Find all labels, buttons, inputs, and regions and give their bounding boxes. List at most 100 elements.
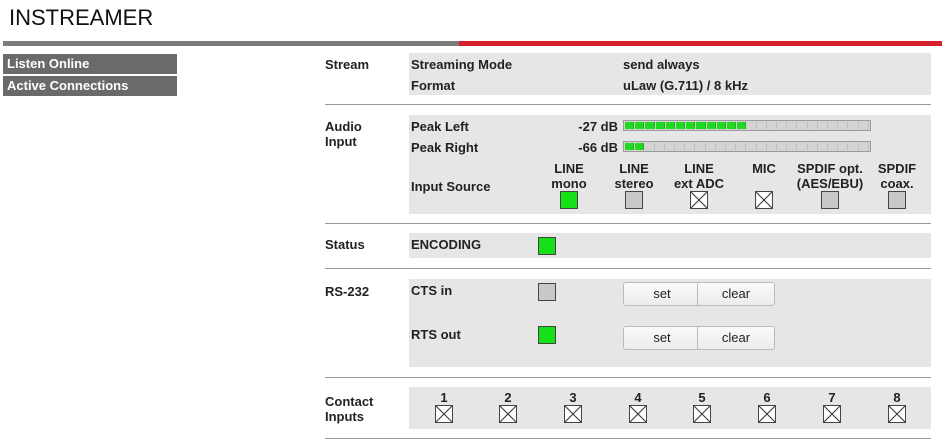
sidebar-nav: Listen Online Active Connections	[3, 54, 177, 98]
stream-section-label: Stream	[325, 57, 370, 72]
meter-segment	[696, 122, 706, 129]
meter-segment	[788, 143, 798, 150]
meter-segment	[665, 143, 676, 150]
meter-segment	[706, 122, 716, 129]
meter-segment	[676, 122, 686, 129]
contact-input-number: 1	[440, 390, 448, 405]
meter-segment	[686, 122, 696, 129]
format-label: Format	[411, 78, 456, 93]
contact-input-number: 3	[569, 390, 577, 405]
meter-segment	[808, 143, 818, 150]
contact-inputs-section-label: Contact Inputs	[325, 394, 373, 424]
cts-clear-button[interactable]: clear	[697, 282, 775, 306]
header-bar	[3, 41, 942, 46]
contact-input-indicator	[435, 405, 453, 423]
divider	[325, 104, 931, 105]
meter-segment	[635, 143, 645, 150]
peak-right-meter	[623, 141, 871, 152]
divider	[325, 438, 931, 439]
peak-left-label: Peak Left	[411, 119, 469, 134]
status-section-label: Status	[325, 237, 365, 252]
meter-segment	[798, 122, 808, 129]
contact-input-number: 4	[634, 390, 642, 405]
status-led	[538, 237, 556, 255]
divider	[325, 223, 931, 224]
meter-segment	[655, 122, 665, 129]
contact-inputs-panel	[409, 387, 931, 429]
meter-segment	[716, 143, 727, 150]
contact-input-number: 2	[504, 390, 512, 405]
nav-active-connections[interactable]: Active Connections	[3, 76, 177, 96]
meter-segment	[676, 143, 686, 150]
input-source-selector[interactable]	[560, 191, 578, 209]
nav-listen-online[interactable]: Listen Online	[3, 54, 177, 74]
streaming-mode-value: send always	[623, 57, 700, 72]
contact-input-number: 5	[698, 390, 706, 405]
contact-input-indicator	[888, 405, 906, 423]
input-source-selector[interactable]	[625, 191, 643, 209]
meter-segment	[839, 122, 849, 129]
meter-segment	[849, 122, 859, 129]
meter-segment	[686, 143, 696, 150]
contact-input-indicator	[499, 405, 517, 423]
cts-set-button[interactable]: set	[623, 282, 701, 306]
meter-segment	[645, 122, 655, 129]
input-source-option-label: SPDIF coax.	[877, 161, 917, 191]
contact-label-line1: Contact	[325, 394, 374, 409]
contact-input-indicator	[758, 405, 776, 423]
rts-set-button[interactable]: set	[623, 326, 701, 350]
meter-segment	[716, 122, 727, 129]
peak-left-value: -27 dB	[578, 119, 618, 134]
meter-segment	[665, 122, 676, 129]
meter-segment	[727, 122, 737, 129]
status-panel	[409, 233, 931, 258]
contact-input-indicator	[629, 405, 647, 423]
meter-segment	[747, 122, 757, 129]
peak-right-value: -66 dB	[578, 140, 618, 155]
meter-segment	[818, 122, 829, 129]
audio-label-line2: Input	[325, 134, 357, 149]
meter-segment	[778, 122, 788, 129]
cts-in-label: CTS in	[411, 283, 453, 298]
meter-segment	[767, 143, 778, 150]
contact-input-indicator	[564, 405, 582, 423]
streaming-mode-label: Streaming Mode	[411, 57, 513, 72]
meter-segment	[757, 122, 767, 129]
meter-segment	[635, 122, 645, 129]
contact-input-number: 7	[828, 390, 836, 405]
meter-segment	[757, 143, 767, 150]
meter-segment	[829, 122, 839, 129]
meter-segment	[788, 122, 798, 129]
contact-input-indicator	[823, 405, 841, 423]
peak-right-label: Peak Right	[411, 140, 479, 155]
meter-segment	[829, 143, 839, 150]
meter-segment	[839, 143, 849, 150]
input-source-selector[interactable]	[888, 191, 906, 209]
meter-segment	[859, 122, 869, 129]
meter-segment	[818, 143, 829, 150]
meter-segment	[625, 122, 635, 129]
meter-segment	[859, 143, 869, 150]
meter-segment	[778, 143, 788, 150]
contact-input-indicator	[693, 405, 711, 423]
meter-segment	[625, 143, 635, 150]
input-source-selector[interactable]	[821, 191, 839, 209]
rts-out-label: RTS out	[411, 327, 461, 342]
divider	[325, 377, 931, 378]
rts-clear-button[interactable]: clear	[697, 326, 775, 350]
peak-left-meter	[623, 120, 871, 131]
input-source-selector[interactable]	[755, 191, 773, 209]
format-value: uLaw (G.711) / 8 kHz	[623, 78, 748, 93]
meter-segment	[747, 143, 757, 150]
meter-segment	[696, 143, 706, 150]
app-title: INSTREAMER	[9, 5, 154, 30]
rs232-section-label: RS-232	[325, 284, 370, 299]
input-source-selector[interactable]	[690, 191, 708, 209]
contact-label-line2: Inputs	[325, 409, 364, 424]
meter-segment	[645, 143, 655, 150]
meter-segment	[849, 143, 859, 150]
meter-segment	[706, 143, 716, 150]
rts-out-led	[538, 326, 556, 344]
meter-segment	[737, 122, 747, 129]
meter-segment	[798, 143, 808, 150]
